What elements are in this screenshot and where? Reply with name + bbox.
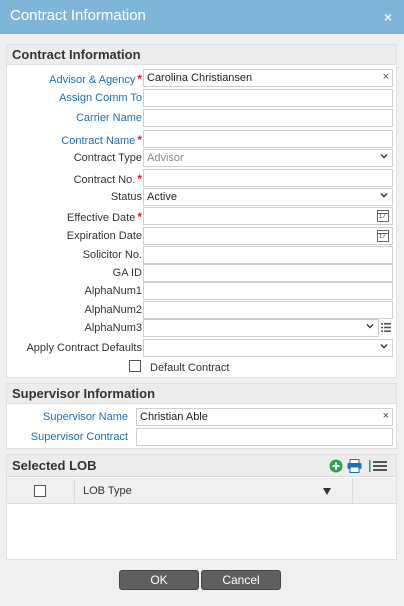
supervisor-contract-field[interactable] — [136, 428, 393, 446]
status-label: Status — [110, 191, 142, 203]
required-marker: * — [137, 72, 142, 86]
ga-id-field[interactable] — [143, 264, 393, 282]
default-contract-row: Default Contract — [7, 359, 396, 377]
carrier-name-label[interactable]: Carrier Name — [76, 112, 142, 124]
required-marker: * — [137, 172, 142, 186]
assign-comm-label[interactable]: Assign Comm To — [59, 92, 142, 104]
contract-no-field[interactable] — [143, 169, 393, 187]
chevron-down-icon — [380, 154, 388, 159]
column-divider — [352, 478, 353, 504]
carrier-name-field[interactable] — [143, 109, 393, 127]
supervisor-name-label[interactable]: Supervisor Name — [43, 411, 128, 423]
chevron-down-icon — [380, 344, 388, 349]
menu-icon[interactable] — [369, 460, 387, 472]
lob-table-body — [7, 504, 396, 559]
supervisor-name-field[interactable]: Christian Able × — [136, 408, 393, 426]
effective-date-field[interactable]: 17 — [143, 207, 393, 225]
apply-defaults-row: Apply Contract Defaults — [7, 339, 396, 357]
effective-date-label: Effective Date * — [67, 210, 142, 224]
cancel-button[interactable]: Cancel — [201, 570, 281, 590]
default-contract-checkbox[interactable] — [129, 360, 141, 372]
apply-defaults-select[interactable] — [143, 339, 393, 357]
contract-type-label: Contract Type — [73, 152, 142, 164]
contract-no-label: Contract No. * — [73, 172, 142, 186]
close-icon[interactable]: × — [384, 9, 392, 25]
effective-date-row: Effective Date * 17 — [7, 207, 396, 225]
apply-defaults-label: Apply Contract Defaults — [26, 342, 142, 354]
solicitor-row: Solicitor No. — [7, 246, 396, 264]
alphanum3-select[interactable] — [143, 319, 379, 337]
expiration-date-field[interactable]: 17 — [143, 227, 393, 245]
alphanum1-row: AlphaNum1 — [7, 282, 396, 300]
chevron-down-icon — [380, 193, 388, 198]
ga-id-row: GA ID — [7, 264, 396, 282]
alphanum3-row: AlphaNum3 — [7, 319, 396, 337]
status-select[interactable]: Active — [143, 188, 393, 206]
contract-type-row: Contract Type Advisor — [7, 149, 396, 167]
section-header: Contract Information — [7, 45, 396, 65]
contract-information-section: Contract Information Advisor & Agency * C… — [6, 44, 397, 378]
expiration-date-label: Expiration Date — [66, 230, 142, 242]
lob-type-column-header[interactable]: LOB Type — [83, 485, 132, 497]
dialog-titlebar: Contract Information × — [0, 0, 404, 34]
contract-name-row: Contract Name * — [7, 130, 396, 148]
section-header: Supervisor Information — [7, 384, 396, 404]
contract-no-row: Contract No. * — [7, 169, 396, 187]
supervisor-name-row: Supervisor Name Christian Able × — [7, 408, 396, 426]
supervisor-contract-row: Supervisor Contract — [7, 428, 396, 446]
list-icon[interactable] — [381, 323, 391, 332]
required-marker: * — [137, 133, 142, 147]
solicitor-label: Solicitor No. — [82, 249, 142, 261]
select-all-checkbox[interactable] — [34, 485, 46, 497]
advisor-agency-label[interactable]: Advisor & Agency * — [49, 72, 142, 86]
carrier-name-row: Carrier Name — [7, 109, 396, 127]
alphanum1-field[interactable] — [143, 282, 393, 300]
solicitor-field[interactable] — [143, 246, 393, 264]
calendar-icon[interactable]: 17 — [377, 210, 389, 222]
supervisor-information-section: Supervisor Information Supervisor Name C… — [6, 383, 397, 449]
ok-button[interactable]: OK — [119, 570, 199, 590]
alphanum2-row: AlphaNum2 — [7, 301, 396, 319]
column-divider — [74, 478, 75, 504]
advisor-row: Advisor & Agency * Carolina Christiansen × — [7, 69, 396, 87]
alphanum1-label: AlphaNum1 — [84, 285, 142, 297]
filter-icon[interactable] — [323, 488, 331, 495]
clear-icon[interactable]: × — [383, 410, 389, 422]
assign-comm-field[interactable] — [143, 89, 393, 107]
default-contract-label: Default Contract — [150, 362, 230, 374]
clear-icon[interactable]: × — [383, 71, 389, 83]
advisor-agency-field[interactable]: Carolina Christiansen × — [143, 69, 393, 87]
contract-type-select[interactable]: Advisor — [143, 149, 393, 167]
required-marker: * — [137, 210, 142, 224]
lob-table-header: LOB Type — [7, 478, 396, 504]
status-row: Status Active — [7, 188, 396, 206]
section-header: Selected LOB — [7, 455, 396, 477]
print-icon[interactable] — [347, 459, 362, 473]
alphanum2-field[interactable] — [143, 301, 393, 319]
calendar-icon[interactable]: 17 — [377, 230, 389, 242]
alphanum2-label: AlphaNum2 — [84, 304, 142, 316]
expiration-date-row: Expiration Date 17 — [7, 227, 396, 245]
contract-name-label[interactable]: Contract Name * — [61, 133, 142, 147]
assign-comm-row: Assign Comm To — [7, 89, 396, 107]
add-icon[interactable] — [329, 459, 343, 473]
selected-lob-section: Selected LOB LOB Type — [6, 454, 397, 560]
chevron-down-icon — [366, 324, 374, 329]
supervisor-contract-label[interactable]: Supervisor Contract — [31, 431, 128, 443]
ga-id-label: GA ID — [112, 267, 142, 279]
dialog-title: Contract Information — [10, 7, 146, 24]
contract-name-field[interactable] — [143, 130, 393, 148]
alphanum3-label: AlphaNum3 — [84, 322, 142, 334]
